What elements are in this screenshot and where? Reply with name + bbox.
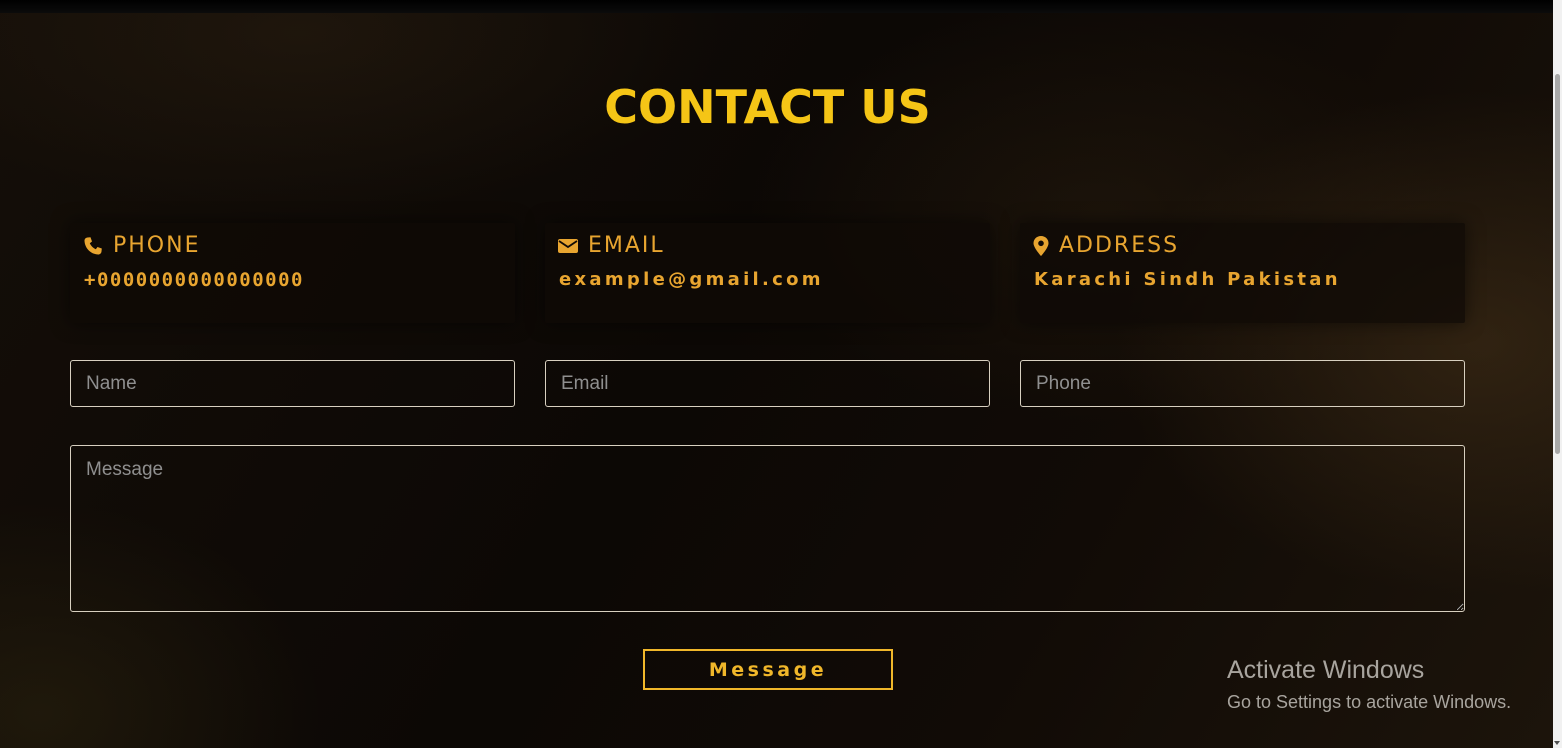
scroll-down-arrow-icon[interactable] <box>1554 741 1560 745</box>
page-title: CONTACT US <box>604 80 931 134</box>
scrollbar-thumb[interactable] <box>1555 74 1560 454</box>
email-card-header: EMAIL <box>558 233 665 258</box>
address-card-value: Karachi Sindh Pakistan <box>1034 269 1341 290</box>
watermark-title: Activate Windows <box>1227 656 1425 684</box>
message-textarea[interactable] <box>70 445 1465 612</box>
address-card-label: ADDRESS <box>1059 233 1180 258</box>
watermark-subtitle: Go to Settings to activate Windows. <box>1227 692 1512 712</box>
envelope-icon <box>558 238 578 253</box>
name-input[interactable] <box>70 360 515 407</box>
map-marker-icon <box>1033 235 1049 256</box>
email-card-value: example@gmail.com <box>559 269 824 290</box>
phone-input[interactable] <box>1020 360 1465 407</box>
page-scrollbar[interactable] <box>1553 0 1562 748</box>
phone-card: PHONE +0000000000000000 <box>70 223 515 323</box>
submit-message-button[interactable]: Message <box>643 649 893 690</box>
phone-icon <box>84 236 102 254</box>
phone-card-header: PHONE <box>83 233 200 258</box>
email-card-label: EMAIL <box>588 233 665 258</box>
email-input[interactable] <box>545 360 990 407</box>
address-card: ADDRESS Karachi Sindh Pakistan <box>1020 223 1465 323</box>
browser-top-bar <box>0 0 1562 13</box>
address-card-header: ADDRESS <box>1033 233 1179 258</box>
email-card: EMAIL example@gmail.com <box>545 223 990 323</box>
phone-card-value: +0000000000000000 <box>84 269 304 291</box>
phone-card-label: PHONE <box>113 233 201 258</box>
windows-activation-watermark: Activate Windows Go to Settings to activ… <box>1227 656 1511 713</box>
